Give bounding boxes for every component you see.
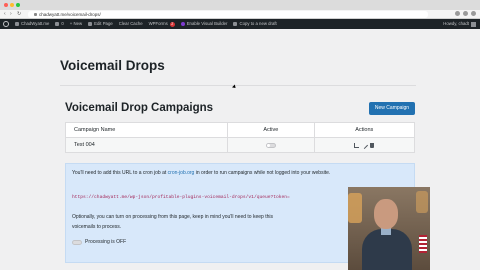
active-cell — [228, 138, 315, 152]
cron-instructions: You'll need to add this URL to a cron jo… — [72, 170, 330, 176]
clear-cache-link[interactable]: Clear Cache — [119, 19, 143, 29]
cron-text-post: in order to run campaigns while not logg… — [194, 170, 331, 176]
processing-toggle[interactable] — [72, 240, 82, 245]
pencil-icon — [88, 22, 93, 26]
page-title: Voicemail Drops — [60, 58, 165, 73]
copy-draft-link[interactable]: Copy to a new draft — [233, 19, 277, 29]
lock-icon — [34, 13, 37, 17]
extension-icon[interactable] — [455, 11, 460, 16]
back-icon[interactable]: ‹ — [4, 11, 6, 17]
lamp-shape — [416, 191, 428, 213]
edit-icon[interactable] — [361, 141, 369, 149]
processing-status: Processing is OFF — [85, 239, 127, 245]
comments-link[interactable]: 0 — [55, 19, 64, 29]
webcam-video-overlay — [348, 187, 430, 270]
howdy-text: Howdy, chadt — [443, 21, 469, 26]
active-toggle[interactable] — [265, 142, 276, 148]
column-header-actions: Actions — [355, 127, 374, 133]
copy-icon — [233, 22, 238, 26]
comment-icon — [55, 22, 60, 26]
extension-icon[interactable] — [463, 11, 468, 16]
reload-icon[interactable]: ↻ — [17, 11, 21, 17]
campaigns-table: Campaign Name Active Actions Test 004 — [65, 122, 415, 153]
extension-icons — [455, 11, 476, 16]
maximize-window-icon[interactable] — [16, 3, 20, 7]
cron-text-pre: You'll need to add this URL to a cron jo… — [72, 170, 168, 176]
presenter-head — [374, 199, 398, 229]
table-row: Test 004 — [65, 138, 415, 153]
wp-logo-icon[interactable] — [3, 21, 9, 27]
table-header: Campaign Name Active Actions — [65, 122, 415, 138]
column-header-name: Campaign Name — [66, 123, 229, 137]
new-campaign-button[interactable]: New Campaign — [369, 102, 415, 115]
cron-job-link[interactable]: cron-job.org — [168, 170, 195, 176]
profile-icon[interactable] — [471, 11, 476, 16]
actions-cell — [315, 138, 414, 152]
new-link[interactable]: + New — [70, 19, 82, 29]
stats-icon[interactable] — [354, 142, 360, 148]
site-name-link[interactable]: ChadWyatt.me — [15, 19, 49, 29]
cron-url[interactable]: https://chadwyatt.me/wp-json/profitable-… — [72, 195, 290, 200]
processing-note: Optionally, you can turn on processing f… — [72, 214, 273, 220]
column-header-active: Active — [228, 123, 315, 137]
url-field[interactable]: chadwyatt.me/voicemail-drops/ — [28, 11, 428, 18]
minimize-window-icon[interactable] — [10, 3, 14, 7]
campaign-name[interactable]: Test 004 — [66, 138, 229, 152]
visual-builder-link[interactable]: Enable Visual Builder — [180, 19, 227, 29]
flag-shape — [419, 235, 427, 253]
notification-badge: 2 — [169, 21, 175, 27]
address-bar: ‹ › ↻ chadwyatt.me/voicemail-drops/ — [0, 10, 480, 19]
browser-tabbar — [0, 0, 480, 10]
campaigns-title: Voicemail Drop Campaigns — [65, 102, 214, 114]
presenter-body — [362, 229, 412, 270]
howdy-menu[interactable]: Howdy, chadt — [443, 19, 476, 29]
wpforms-link[interactable]: WPForms 2 — [149, 19, 175, 29]
home-icon — [15, 22, 19, 26]
mouse-cursor-icon — [232, 84, 237, 90]
close-window-icon[interactable] — [4, 3, 8, 7]
lamp-shape — [348, 193, 362, 223]
divider — [60, 85, 416, 86]
processing-note-cont: voicemails to process. — [72, 224, 122, 230]
forward-icon[interactable]: › — [10, 11, 12, 17]
wp-admin-bar: ChadWyatt.me 0 + New Edit Page Clear Cac… — [0, 19, 480, 29]
trash-icon[interactable] — [370, 142, 375, 148]
avatar — [471, 21, 476, 27]
divi-icon — [180, 22, 185, 26]
edit-page-link[interactable]: Edit Page — [88, 19, 113, 29]
url-text: chadwyatt.me/voicemail-drops/ — [39, 12, 101, 17]
